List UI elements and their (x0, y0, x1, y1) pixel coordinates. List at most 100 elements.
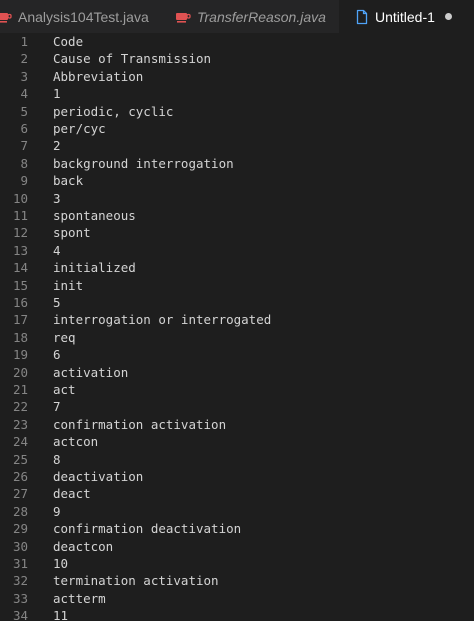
code-text[interactable]: act (53, 381, 76, 398)
code-text[interactable]: actterm (53, 590, 106, 607)
code-text[interactable]: back (53, 172, 83, 189)
code-line[interactable]: 22 7 (0, 398, 474, 415)
code-line[interactable]: 34 11 (0, 607, 474, 621)
code-text[interactable]: 2 (53, 137, 61, 154)
code-line[interactable]: 3 Abbreviation (0, 68, 474, 85)
code-line[interactable]: 20 activation (0, 364, 474, 381)
line-number: 31 (12, 556, 28, 571)
code-text[interactable]: spontaneous (53, 207, 136, 224)
code-text[interactable]: 1 (53, 85, 61, 102)
editor-tab-bar: Analysis104Test.java TransferReason.java… (0, 0, 474, 33)
code-line[interactable]: 33 actterm (0, 590, 474, 607)
line-number: 1 (20, 34, 28, 49)
code-line[interactable]: 17 interrogation or interrogated (0, 311, 474, 328)
line-number: 10 (12, 190, 28, 206)
code-line[interactable]: 21 act (0, 381, 474, 398)
code-line[interactable]: 26 deactivation (0, 468, 474, 485)
code-text[interactable]: 11 (53, 607, 68, 621)
code-line[interactable]: 5 periodic, cyclic (0, 103, 474, 120)
code-line[interactable]: 30 deactcon (0, 538, 474, 555)
code-text[interactable]: background interrogation (53, 155, 234, 172)
code-text[interactable]: termination activation (53, 572, 219, 589)
code-line[interactable]: 11 spontaneous (0, 207, 474, 224)
code-text[interactable]: deact (53, 485, 91, 502)
code-text[interactable]: 9 (53, 503, 61, 520)
code-line[interactable]: 6 per/cyc (0, 120, 474, 137)
code-text[interactable]: deactcon (53, 538, 113, 555)
code-text[interactable]: confirmation deactivation (53, 520, 241, 537)
code-text[interactable]: 5 (53, 294, 61, 311)
code-text[interactable]: Cause of Transmission (53, 50, 211, 67)
code-text[interactable]: initialized (53, 259, 136, 276)
line-number: 4 (20, 86, 28, 102)
code-line[interactable]: 23 confirmation activation (0, 416, 474, 433)
code-text[interactable]: 6 (53, 346, 61, 363)
code-line[interactable]: 12 spont (0, 224, 474, 241)
code-text[interactable]: activation (53, 364, 128, 381)
line-number: 22 (12, 399, 28, 415)
line-number: 2 (20, 51, 28, 67)
line-number: 7 (20, 138, 28, 154)
line-number: 18 (12, 329, 28, 345)
code-text[interactable]: actcon (53, 433, 98, 450)
line-number: 28 (12, 503, 28, 519)
code-text[interactable]: 3 (53, 190, 61, 207)
tab-untitled-1[interactable]: Untitled-1 (339, 0, 474, 33)
code-line[interactable]: 29 confirmation deactivation (0, 520, 474, 537)
tab-label: TransferReason.java (197, 8, 326, 25)
code-line[interactable]: 24 actcon (0, 433, 474, 450)
code-line[interactable]: 9 back (0, 172, 474, 189)
code-text[interactable]: spont (53, 224, 91, 241)
code-line[interactable]: 25 8 (0, 451, 474, 468)
code-line[interactable]: 27 deact (0, 485, 474, 502)
code-line[interactable]: 16 5 (0, 294, 474, 311)
code-line[interactable]: 1 Code (0, 33, 474, 50)
code-line[interactable]: 41 (0, 85, 474, 102)
code-text[interactable]: init (53, 277, 83, 294)
code-line[interactable]: 2 Cause of Transmission (0, 50, 474, 67)
code-text[interactable]: deactivation (53, 468, 143, 485)
line-number: 20 (12, 364, 28, 380)
code-line[interactable]: 32 termination activation (0, 572, 474, 589)
line-number: 24 (12, 434, 28, 450)
tab-analysis104test[interactable]: Analysis104Test.java (0, 0, 161, 33)
line-number: 26 (12, 469, 28, 484)
line-number: 5 (20, 103, 28, 119)
code-line[interactable]: 72 (0, 137, 474, 154)
tab-transferreason[interactable]: TransferReason.java (161, 0, 339, 33)
code-text[interactable]: confirmation activation (53, 416, 226, 433)
code-text[interactable]: req (53, 329, 76, 346)
line-number: 15 (12, 277, 28, 293)
java-cup-icon (0, 10, 12, 24)
code-text[interactable]: Code (53, 33, 83, 50)
line-number: 16 (12, 295, 28, 310)
code-line[interactable]: 10 3 (0, 190, 474, 207)
code-line[interactable]: 14 initialized (0, 259, 474, 276)
line-number: 12 (12, 225, 28, 241)
line-number: 27 (12, 486, 28, 502)
code-text[interactable]: periodic, cyclic (53, 103, 173, 120)
code-text[interactable]: interrogation or interrogated (53, 311, 271, 328)
unsaved-indicator-dot[interactable] (444, 13, 452, 20)
line-number: 8 (20, 155, 28, 171)
code-text[interactable]: Abbreviation (53, 68, 143, 85)
code-text[interactable]: 7 (53, 398, 61, 415)
code-line[interactable]: 31 10 (0, 555, 474, 572)
file-icon (355, 9, 369, 25)
code-text[interactable]: per/cyc (53, 120, 106, 137)
java-cup-icon (175, 10, 191, 24)
code-line[interactable]: 13 4 (0, 242, 474, 259)
code-line[interactable]: 8 background interrogation (0, 155, 474, 172)
editor-area[interactable]: 1 Code 2 Cause of Transmission 3 Abbreviation… (0, 33, 474, 621)
code-text[interactable]: 10 (53, 555, 68, 572)
line-number: 9 (20, 173, 28, 189)
code-line[interactable]: 18 req (0, 329, 474, 346)
line-number: 32 (12, 573, 28, 589)
code-text[interactable]: 8 (53, 451, 61, 468)
line-number: 25 (12, 451, 28, 467)
code-line[interactable]: 28 9 (0, 503, 474, 520)
code-text[interactable]: 4 (53, 242, 61, 259)
line-number: 3 (20, 68, 28, 84)
code-line[interactable]: 19 6 (0, 346, 474, 363)
code-line[interactable]: 15 init (0, 277, 474, 294)
